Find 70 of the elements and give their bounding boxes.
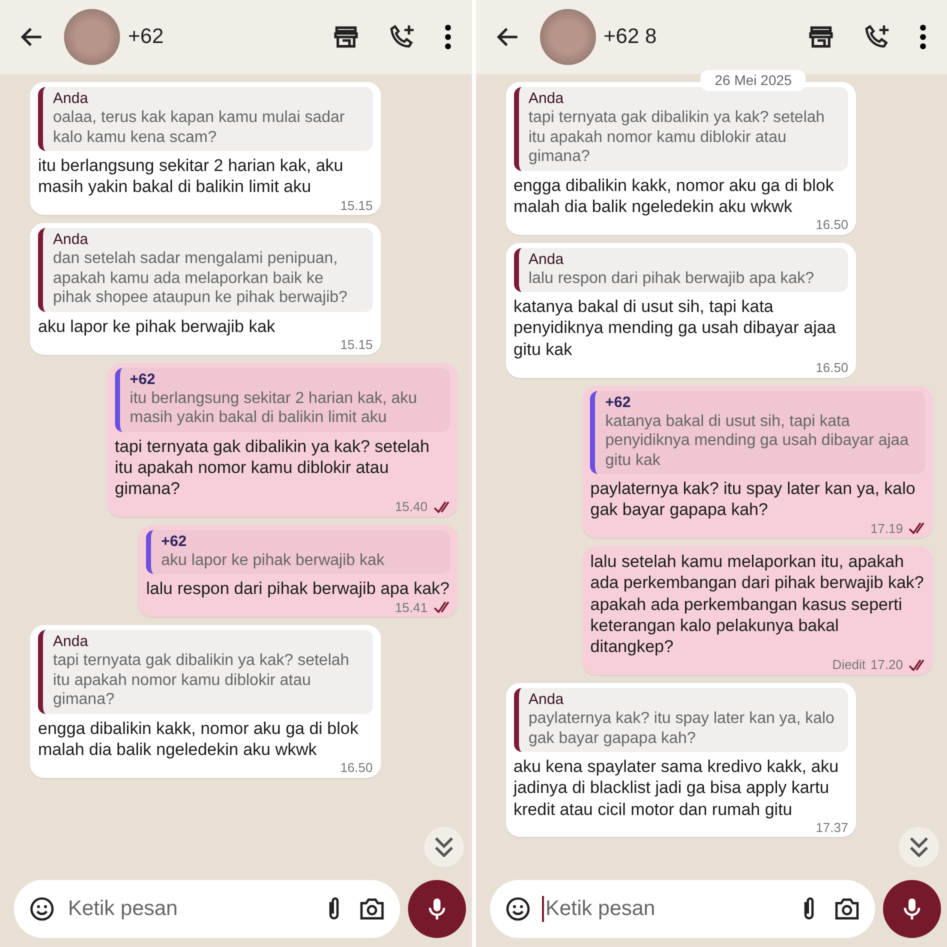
message-bubble[interactable]: Anda lalu respon dari pihak berwajib apa kak? katanya bakal di usut sih, tapi kata penyidiknya mending ga usah dibayar ajaa gitu kak 16.50 (506, 242, 856, 378)
message-time: 17.20 (870, 657, 903, 673)
quote-author: +62 (161, 532, 188, 551)
message-bubble[interactable]: lalu setelah kamu melaporkan itu, apakah ada perkembangan dari pihak berwajib kak? apakah ada perkembangan kasus seperti keterangan kalo pelakunya bakal ditangkep? Diedit 17.20 (582, 546, 933, 675)
message-text: paylaternya kak? itu spay later kan ya, kalo gak bayar gapapa kah? (590, 478, 916, 521)
quoted-message[interactable]: +62 itu berlangsung sekitar 2 harian kak, aku masih yakin bakal di balikin limit aku (114, 368, 450, 432)
message-composer[interactable]: Ketik pesan (14, 880, 400, 938)
quoted-message[interactable]: Anda dan setelah sadar mengalami penipuan, apakah kamu ada melaporkan baik ke pihak shopee ataupun ke pihak berwajib? (38, 228, 373, 312)
quoted-message[interactable]: Anda paylaternya kak? itu spay later kan ya, kalo gak bayar gapapa kah? (514, 688, 848, 752)
scroll-down-button[interactable] (424, 827, 464, 867)
quote-author: Anda (53, 231, 90, 250)
message-time: 16.50 (340, 760, 373, 776)
quote-author: Anda (528, 90, 565, 108)
message-time: 17.19 (870, 520, 903, 536)
quoted-message[interactable]: Anda oalaa, terus kak kapan kamu mulai sadar kalo kamu kena scam? (38, 87, 373, 152)
quoted-message[interactable]: Anda tapi ternyata gak dibalikin ya kak? setelah itu apakah nomor kamu diblokir atau gimana? (38, 630, 373, 714)
message-text: katanya bakal di usut sih, tapi kata penyidiknya mending ga usah dibayar ajaa gitu kak (514, 296, 837, 360)
message-composer[interactable]: Ketik pesan (490, 880, 875, 938)
menu-icon (919, 24, 927, 50)
quoted-message[interactable]: +62 aku lapor ke pihak berwajib kak (146, 530, 450, 574)
message-text: itu berlangsung sekitar 2 harian kak, aku masih yakin bakal di balikin limit aku (38, 155, 344, 198)
quote-author: Anda (528, 690, 565, 709)
message-time: 16.50 (816, 360, 848, 376)
quote-author: Anda (528, 250, 565, 269)
quote-author: +62 (130, 370, 156, 389)
message-bubble[interactable] (506, 682, 856, 838)
quote-text: tapi ternyata gak dibalikin ya kak? setelah itu apakah nomor kamu diblokir atau gimana? (53, 651, 350, 710)
message-bubble[interactable]: +62 aku lapor ke pihak berwajib kak lalu respon dari pihak berwajib apa kak? 15.41 (138, 524, 458, 618)
contact-name[interactable]: +62 (128, 21, 314, 53)
quote-text: aku lapor ke pihak berwajib kak (161, 550, 386, 570)
message-text: lalu respon dari pihak berwajib apa kak? (146, 578, 450, 600)
double-chevron-down-icon (909, 837, 929, 857)
quote-text: itu berlangsung sekitar 2 harian kak, aku masih yakin bakal di balikin limit aku (130, 388, 418, 428)
quote-text: katanya bakal di usut sih, tapi kata penyidiknya mending ga usah dibayar ajaa gitu kak (605, 412, 910, 470)
message-text: aku kena spaylater sama kredivo kakk, aku jadinya di blacklist jadi ga bisa apply kartu kredit atau cicil motor dan rumah gitu (514, 756, 840, 820)
quote-text: dan setelah sadar mengalami penipuan, apakah kamu ada melaporkan baik ke pihak shopee ataupun ke pihak berwajib? (53, 249, 348, 308)
quoted-message[interactable]: +62 katanya bakal di usut sih, tapi kata penyidiknya mending ga usah dibayar ajaa gitu kak (590, 390, 925, 474)
message-time: 15.15 (340, 336, 373, 353)
sticker-icon (504, 895, 532, 923)
menu-icon (444, 24, 452, 50)
quote-author: Anda (53, 90, 90, 108)
sticker-icon (28, 895, 56, 923)
double-chevron-down-icon (434, 837, 454, 857)
message-time: 17.37 (816, 820, 848, 836)
message-time: 15.15 (340, 198, 373, 214)
quote-author: +62 (605, 394, 632, 412)
message-text: engga dibalikin kakk, nomor aku ga di blok malah dia balik ngeledekin aku wkwk (514, 174, 835, 218)
edited-label: Diedit (832, 657, 866, 673)
quoted-message[interactable]: Anda tapi ternyata gak dibalikin ya kak? setelah itu apakah nomor kamu diblokir atau gimana? (514, 87, 848, 171)
message-text: lalu setelah kamu melaporkan itu, apakah ada perkembangan dari pihak berwajib kak? apakah ada perkembangan kasus seperti keterangan kalo pelakunya bakal ditangkep? (590, 551, 925, 658)
message-bubble[interactable]: +62 katanya bakal di usut sih, tapi kata penyidiknya mending ga usah dibayar ajaa gitu kak paylaternya kak? itu spay later kan ya, kalo gak bayar gapapa kah? 17.19 (582, 386, 933, 538)
contact-name[interactable]: +62 8 (604, 21, 789, 53)
quote-text: tapi ternyata gak dibalikin ya kak? setelah itu apakah nomor kamu diblokir atau gimana? (528, 108, 826, 167)
message-bubble[interactable]: Anda oalaa, terus kak kapan kamu mulai sadar kalo kamu kena scam? itu berlangsung sekitar 2 harian kak, aku masih yakin bakal di balikin limit aku 15.15 (30, 82, 381, 216)
message-text: engga dibalikin kakk, nomor aku ga di blok malah dia balik ngeledekin aku wkwk (38, 718, 360, 760)
message-time: 15.40 (394, 499, 428, 515)
quote-author: Anda (53, 633, 90, 652)
message-bubble[interactable]: +62 itu berlangsung sekitar 2 harian kak, aku masih yakin bakal di balikin limit aku tapi ternyata gak dibalikin ya kak? setelah itu apakah nomor kamu diblokir atau gimana? 15.40 (106, 362, 458, 517)
quote-text: paylaternya kak? itu spay later kan ya, kalo gak bayar gapapa kah? (528, 708, 836, 748)
quote-text: lalu respon dari pihak berwajib apa kak? (528, 268, 816, 288)
message-time: 16.50 (816, 217, 848, 233)
message-bubble[interactable]: Anda dan setelah sadar mengalami penipuan, apakah kamu ada melaporkan baik ke pihak shopee ataupun ke pihak berwajib? aku lapor ke pihak berwajib kak 15.15 (30, 223, 381, 355)
quote-text: oalaa, terus kak kapan kamu mulai sadar kalo kamu kena scam? (53, 108, 346, 148)
scroll-down-button[interactable] (899, 827, 939, 867)
date-chip: 26 Mei 2025 (700, 70, 806, 91)
message-time: 15.41 (394, 600, 428, 616)
message-text: aku lapor ke pihak berwajib kak (38, 316, 276, 337)
message-text: tapi ternyata gak dibalikin ya kak? setelah itu apakah nomor kamu diblokir atau gimana? (114, 436, 430, 500)
message-bubble[interactable]: Anda tapi ternyata gak dibalikin ya kak? setelah itu apakah nomor kamu diblokir atau gimana? engga dibalikin kakk, nomor aku ga di blok malah dia balik ngeledekin aku wkwk 16.50 (30, 625, 381, 778)
quoted-message[interactable]: Anda lalu respon dari pihak berwajib apa kak? (514, 248, 848, 292)
